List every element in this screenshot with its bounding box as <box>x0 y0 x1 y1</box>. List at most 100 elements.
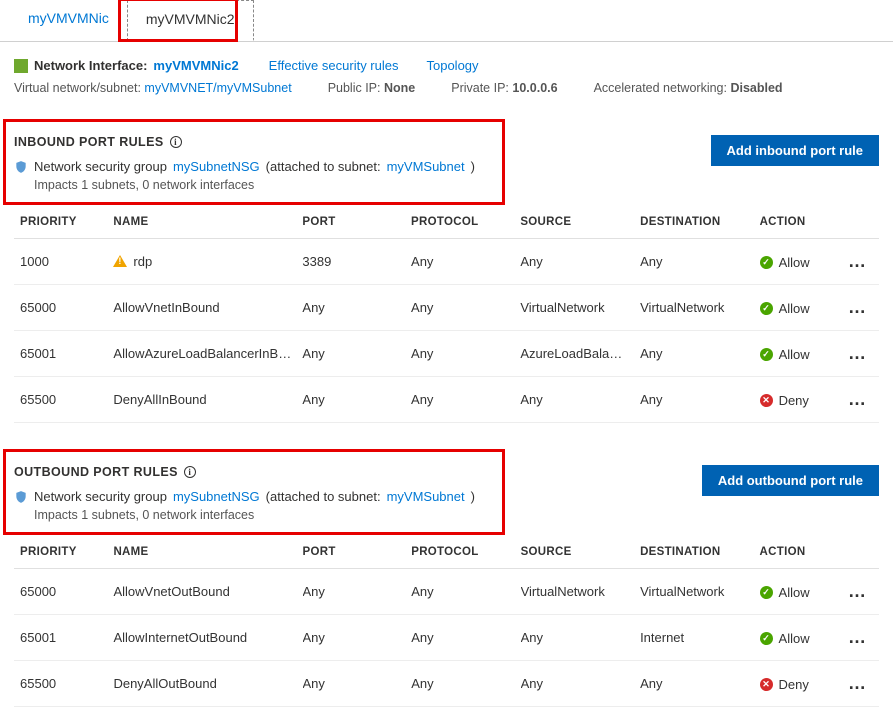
cell-port: Any <box>302 377 411 423</box>
cell-protocol: Any <box>411 661 520 707</box>
more-button[interactable]: … <box>839 285 879 331</box>
cell-priority: 65500 <box>14 377 113 423</box>
table-row[interactable]: 65000AllowVnetInBoundAnyAnyVirtualNetwor… <box>14 285 879 331</box>
cell-priority: 65000 <box>14 569 113 615</box>
more-button[interactable]: … <box>839 661 879 707</box>
col-destination[interactable]: DESTINATION <box>640 206 759 239</box>
outbound-title: OUTBOUND PORT RULES <box>14 465 178 479</box>
shield-icon <box>14 490 28 504</box>
col-destination[interactable]: DESTINATION <box>640 536 759 569</box>
cell-action: ✓ Allow <box>760 285 840 331</box>
cell-source: Any <box>520 377 640 423</box>
more-button[interactable]: … <box>839 239 879 285</box>
nic-icon <box>14 59 28 73</box>
attached-suffix: ) <box>471 489 475 504</box>
cell-name: AllowInternetOutBound <box>113 615 302 661</box>
attached-suffix: ) <box>471 159 475 174</box>
cell-destination: VirtualNetwork <box>640 285 759 331</box>
cell-destination: Any <box>640 377 759 423</box>
nsg-link[interactable]: mySubnetNSG <box>173 159 260 174</box>
private-ip-label: Private IP: <box>451 81 509 95</box>
cell-protocol: Any <box>411 615 520 661</box>
table-row[interactable]: 65001AllowInternetOutBoundAnyAnyAnyInter… <box>14 615 879 661</box>
cell-name: AllowAzureLoadBalancerInBou… <box>113 331 302 377</box>
private-ip-value: 10.0.0.6 <box>512 81 557 95</box>
info-icon[interactable]: i <box>184 466 196 478</box>
more-button[interactable]: … <box>839 377 879 423</box>
tab-nic-2[interactable]: myVMVMNic2 <box>127 0 254 41</box>
cell-protocol: Any <box>411 377 520 423</box>
col-source[interactable]: SOURCE <box>521 536 640 569</box>
cell-action: ✓ Allow <box>760 331 840 377</box>
col-protocol[interactable]: PROTOCOL <box>411 536 520 569</box>
cell-port: 3389 <box>302 239 411 285</box>
nsg-link[interactable]: mySubnetNSG <box>173 489 260 504</box>
attached-prefix: (attached to subnet: <box>266 489 381 504</box>
col-name[interactable]: NAME <box>113 536 302 569</box>
table-row[interactable]: 65001AllowAzureLoadBalancerInBou…AnyAnyA… <box>14 331 879 377</box>
col-priority[interactable]: PRIORITY <box>14 536 113 569</box>
vnet-label: Virtual network/subnet: <box>14 81 141 95</box>
check-icon: ✓ <box>760 632 773 645</box>
subnet-link[interactable]: myVMSubnet <box>387 159 465 174</box>
table-row[interactable]: 65000AllowVnetOutBoundAnyAnyVirtualNetwo… <box>14 569 879 615</box>
more-button[interactable]: … <box>839 331 879 377</box>
check-icon: ✓ <box>760 256 773 269</box>
info-icon[interactable]: i <box>170 136 182 148</box>
cell-action: ✓Allow <box>760 239 840 285</box>
cell-priority: 65000 <box>14 285 113 331</box>
cell-source: Any <box>521 661 640 707</box>
subnet-link[interactable]: myVMSubnet <box>387 489 465 504</box>
accel-value: Disabled <box>730 81 782 95</box>
impacts-text: Impacts 1 subnets, 0 network interfaces <box>34 178 475 192</box>
col-port[interactable]: PORT <box>303 536 412 569</box>
cell-priority: 65001 <box>14 615 113 661</box>
cell-destination: Any <box>640 331 759 377</box>
cell-name: DenyAllOutBound <box>113 661 302 707</box>
more-button[interactable]: … <box>839 569 879 615</box>
add-outbound-rule-button[interactable]: Add outbound port rule <box>702 465 879 496</box>
cell-protocol: Any <box>411 239 520 285</box>
cell-source: AzureLoadBala… <box>520 331 640 377</box>
effective-rules-link[interactable]: Effective security rules <box>269 58 399 73</box>
inbound-section: INBOUND PORT RULES i Network security gr… <box>0 103 893 433</box>
table-row[interactable]: 1000rdp3389AnyAnyAny✓Allow… <box>14 239 879 285</box>
col-port[interactable]: PORT <box>302 206 411 239</box>
action-label: Allow <box>779 301 810 316</box>
cell-port: Any <box>303 661 412 707</box>
shield-icon <box>14 160 28 174</box>
nsg-prefix: Network security group <box>34 489 167 504</box>
cell-source: VirtualNetwork <box>521 569 640 615</box>
nsg-prefix: Network security group <box>34 159 167 174</box>
warning-icon <box>113 255 127 267</box>
table-row[interactable]: 65500DenyAllOutBoundAnyAnyAnyAny✕Deny… <box>14 661 879 707</box>
cell-source: VirtualNetwork <box>520 285 640 331</box>
outbound-section: OUTBOUND PORT RULES i Network security g… <box>0 433 893 717</box>
col-source[interactable]: SOURCE <box>520 206 640 239</box>
cell-name: AllowVnetOutBound <box>113 569 302 615</box>
col-action[interactable]: ACTION <box>760 536 840 569</box>
tab-nic-1[interactable]: myVMVMNic <box>10 0 127 41</box>
col-protocol[interactable]: PROTOCOL <box>411 206 520 239</box>
vnet-link[interactable]: myVMVNET/myVMSubnet <box>144 81 291 95</box>
cell-destination: Internet <box>640 615 759 661</box>
topology-link[interactable]: Topology <box>426 58 478 73</box>
cell-destination: VirtualNetwork <box>640 569 759 615</box>
check-icon: ✓ <box>760 302 773 315</box>
attached-prefix: (attached to subnet: <box>266 159 381 174</box>
nic-name-link[interactable]: myVMVMNic2 <box>153 58 238 73</box>
action-label: Allow <box>779 631 810 646</box>
col-name[interactable]: NAME <box>113 206 302 239</box>
col-priority[interactable]: PRIORITY <box>14 206 113 239</box>
col-action[interactable]: ACTION <box>760 206 840 239</box>
cell-protocol: Any <box>411 569 520 615</box>
cell-protocol: Any <box>411 331 520 377</box>
x-icon: ✕ <box>760 394 773 407</box>
outbound-table: PRIORITY NAME PORT PROTOCOL SOURCE DESTI… <box>14 536 879 707</box>
more-button[interactable]: … <box>839 615 879 661</box>
add-inbound-rule-button[interactable]: Add inbound port rule <box>711 135 879 166</box>
accel-label: Accelerated networking: <box>594 81 727 95</box>
table-row[interactable]: 65500DenyAllInBoundAnyAnyAnyAny✕Deny… <box>14 377 879 423</box>
action-label: Allow <box>779 347 810 362</box>
check-icon: ✓ <box>760 348 773 361</box>
